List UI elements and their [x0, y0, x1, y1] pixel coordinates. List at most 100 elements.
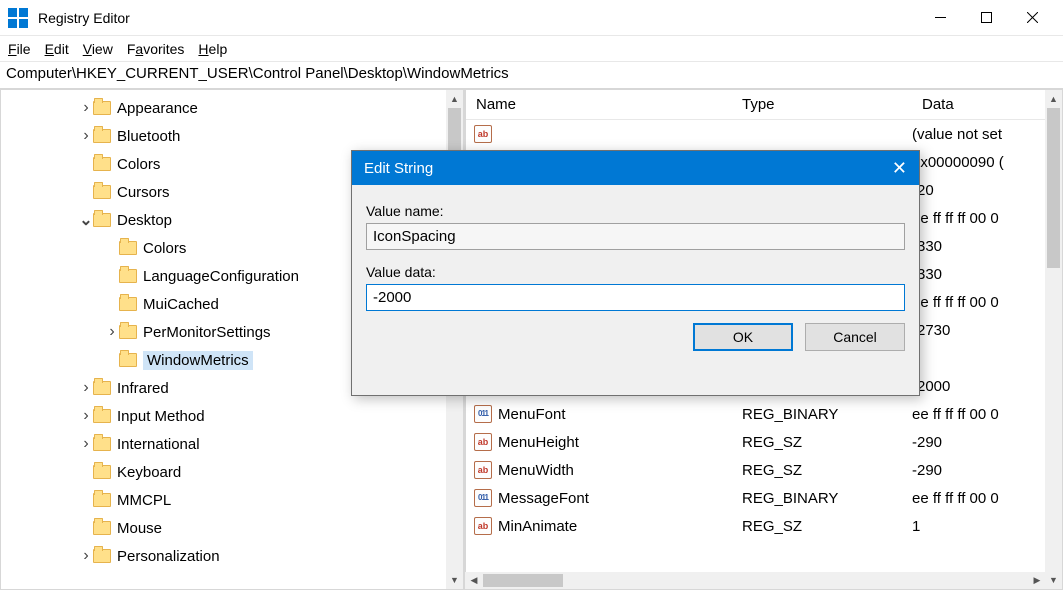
- string-value-icon: ab: [474, 433, 492, 451]
- minimize-button[interactable]: [917, 0, 963, 36]
- folder-icon: [119, 325, 137, 339]
- tree-item[interactable]: Keyboard: [1, 458, 463, 486]
- cancel-button[interactable]: Cancel: [805, 323, 905, 351]
- tree-item[interactable]: ›Bluetooth: [1, 122, 463, 150]
- chevron-right-icon[interactable]: ›: [79, 407, 93, 425]
- string-value-icon: ab: [474, 125, 492, 143]
- folder-icon: [93, 213, 111, 227]
- tree-item-label: Keyboard: [117, 464, 181, 481]
- close-button[interactable]: [1009, 0, 1055, 36]
- tree-item[interactable]: › Personalization: [1, 542, 463, 570]
- cell-data: -2000: [912, 378, 1062, 395]
- chevron-down-icon[interactable]: ⌄: [79, 210, 93, 230]
- folder-icon: [93, 381, 111, 395]
- list-row[interactable]: abMenuWidthREG_SZ-290: [466, 456, 1062, 484]
- menu-file[interactable]: File: [8, 41, 31, 57]
- menubar: File Edit View Favorites Help: [0, 36, 1063, 62]
- cell-data: ee ff ff ff 00 0: [912, 210, 1062, 227]
- list-row[interactable]: ab MinAnimateREG_SZ1: [466, 512, 1062, 540]
- string-value-icon: ab: [474, 461, 492, 479]
- string-value-icon: ab: [474, 517, 492, 535]
- list-row[interactable]: 011MessageFontREG_BINARYee ff ff ff 00 0: [466, 484, 1062, 512]
- list-row[interactable]: ab(value not set: [466, 120, 1062, 148]
- folder-icon: [119, 297, 137, 311]
- chevron-right-icon[interactable]: ›: [79, 127, 93, 145]
- folder-icon: [93, 521, 111, 535]
- cell-type: REG_SZ: [732, 518, 912, 535]
- chevron-right-icon[interactable]: ›: [79, 379, 93, 397]
- chevron-right-icon[interactable]: ›: [79, 547, 93, 565]
- value-name-field: IconSpacing: [366, 223, 905, 250]
- ok-button[interactable]: OK: [693, 323, 793, 351]
- tree-item-label: Mouse: [117, 520, 162, 537]
- binary-value-icon: 011: [474, 405, 492, 423]
- value-name-label: Value name:: [366, 203, 905, 219]
- value-data-input[interactable]: [366, 284, 905, 311]
- scroll-thumb[interactable]: [483, 574, 563, 587]
- value-data-label: Value data:: [366, 264, 905, 280]
- tree-item[interactable]: ›Input Method: [1, 402, 463, 430]
- tree-item[interactable]: › International: [1, 430, 463, 458]
- cell-name: MenuHeight: [498, 434, 732, 451]
- menu-help[interactable]: Help: [198, 41, 227, 57]
- cell-data: -290: [912, 462, 1062, 479]
- folder-icon: [93, 409, 111, 423]
- menu-edit[interactable]: Edit: [45, 41, 69, 57]
- cell-data: 1: [912, 518, 1062, 535]
- folder-icon: [93, 465, 111, 479]
- list-vscroll[interactable]: ▲ ▼: [1045, 90, 1062, 589]
- cell-type: REG_BINARY: [732, 490, 912, 507]
- tree-item-label: Colors: [143, 240, 186, 257]
- scroll-left-icon[interactable]: ◀: [465, 572, 483, 589]
- folder-icon: [93, 493, 111, 507]
- dialog-titlebar[interactable]: Edit String ✕: [352, 151, 919, 185]
- col-header-type[interactable]: Type: [732, 96, 912, 113]
- titlebar: Registry Editor: [0, 0, 1063, 36]
- tree-item[interactable]: Mouse: [1, 514, 463, 542]
- chevron-right-icon[interactable]: ›: [105, 323, 119, 341]
- tree-item-label: MuiCached: [143, 296, 219, 313]
- tree-item-label: Personalization: [117, 548, 220, 565]
- folder-icon: [119, 269, 137, 283]
- cell-name: MinAnimate: [498, 518, 732, 535]
- cell-data: ee ff ff ff 00 0: [912, 406, 1062, 423]
- chevron-right-icon[interactable]: ›: [79, 99, 93, 117]
- tree-item-label: Cursors: [117, 184, 170, 201]
- address-bar[interactable]: Computer\HKEY_CURRENT_USER\Control Panel…: [0, 62, 1063, 89]
- cell-data: ee ff ff ff 00 0: [912, 294, 1062, 311]
- col-header-name[interactable]: Name: [466, 96, 732, 113]
- folder-icon: [93, 129, 111, 143]
- tree-item[interactable]: ›Appearance: [1, 94, 463, 122]
- folder-icon: [93, 437, 111, 451]
- menu-favorites[interactable]: Favorites: [127, 41, 185, 57]
- scroll-down-icon[interactable]: ▼: [446, 571, 463, 589]
- window-controls: [917, 0, 1055, 36]
- menu-view[interactable]: View: [83, 41, 113, 57]
- cell-data: -290: [912, 434, 1062, 451]
- scroll-up-icon[interactable]: ▲: [446, 90, 463, 108]
- list-row[interactable]: 011MenuFontREG_BINARYee ff ff ff 00 0: [466, 400, 1062, 428]
- dialog-close-icon[interactable]: ✕: [892, 158, 907, 179]
- list-row[interactable]: ab MenuHeightREG_SZ-290: [466, 428, 1062, 456]
- folder-icon: [93, 185, 111, 199]
- maximize-button[interactable]: [963, 0, 1009, 36]
- scroll-up-icon[interactable]: ▲: [1045, 90, 1062, 108]
- cell-type: REG_SZ: [732, 434, 912, 451]
- cell-data: 1: [912, 350, 1062, 367]
- tree-item[interactable]: MMCPL: [1, 486, 463, 514]
- col-header-data[interactable]: Data: [912, 96, 1062, 113]
- cell-name: MenuFont: [498, 406, 732, 423]
- tree-item-label: Infrared: [117, 380, 169, 397]
- list-hscroll[interactable]: ◀ ▶: [465, 572, 1046, 589]
- cell-data: 0x00000090 (: [912, 154, 1062, 171]
- tree-item-label: Desktop: [117, 212, 172, 229]
- app-icon: [8, 8, 28, 28]
- cell-name: MessageFont: [498, 490, 732, 507]
- window-title: Registry Editor: [38, 10, 917, 26]
- scroll-right-icon[interactable]: ▶: [1028, 572, 1046, 589]
- tree-item-label: International: [117, 436, 200, 453]
- scroll-down-icon[interactable]: ▼: [1045, 571, 1062, 589]
- chevron-right-icon[interactable]: ›: [79, 435, 93, 453]
- folder-icon: [119, 241, 137, 255]
- scroll-thumb[interactable]: [1047, 108, 1060, 268]
